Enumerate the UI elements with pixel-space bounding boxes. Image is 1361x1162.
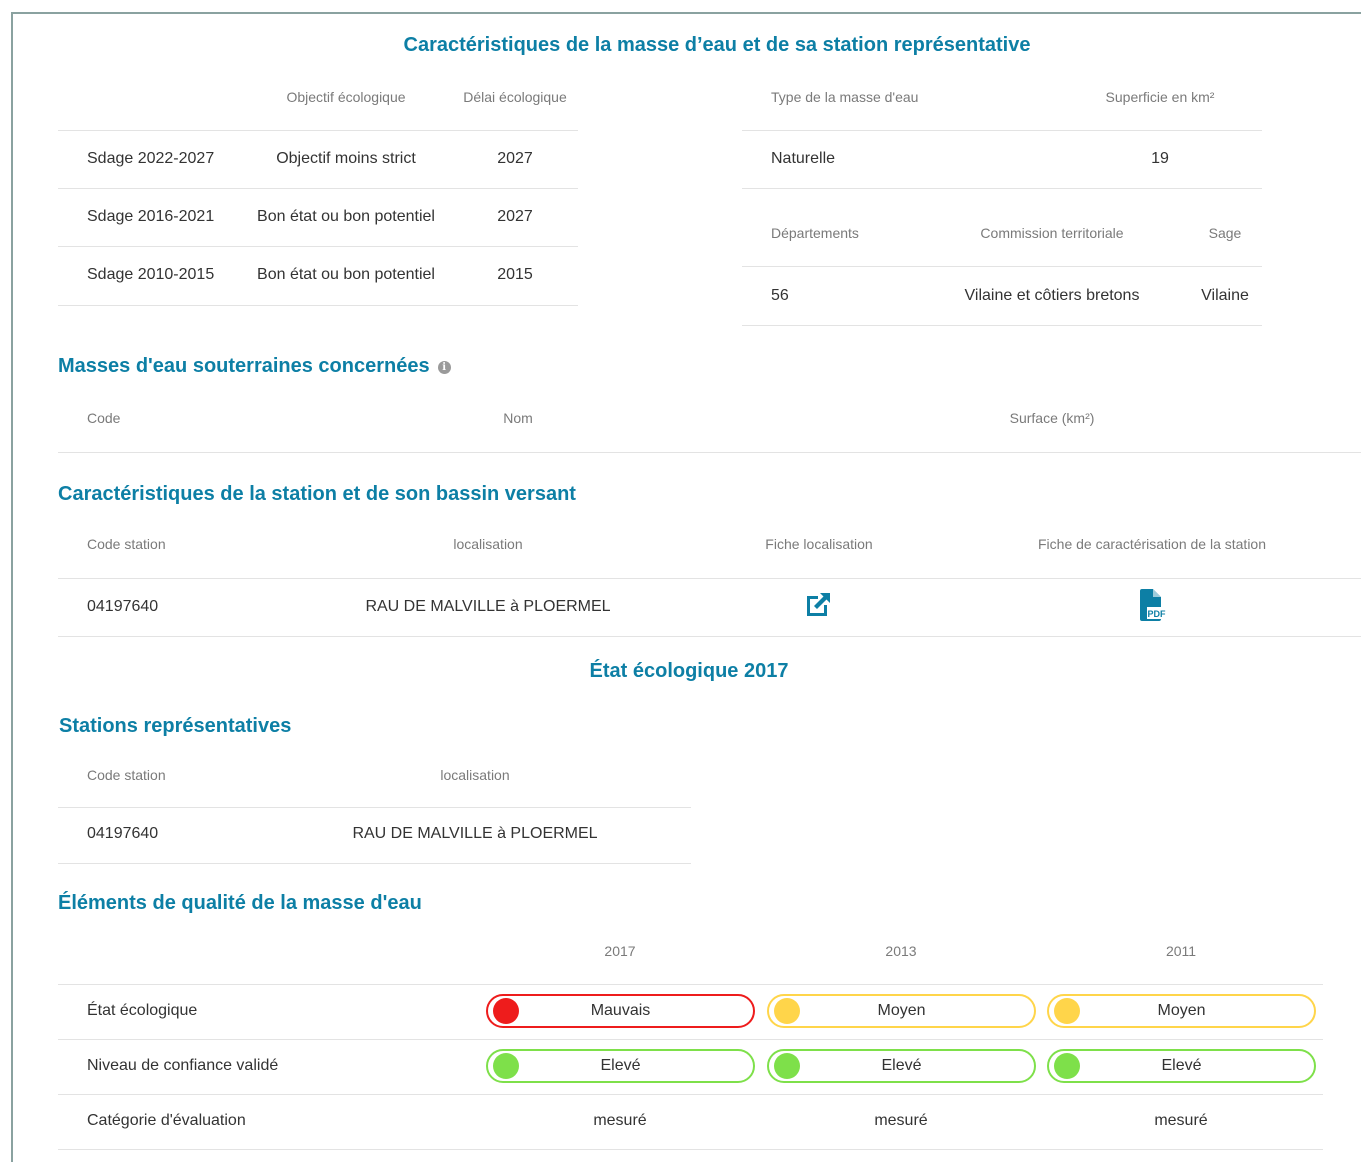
divider xyxy=(742,130,1262,131)
header-type: Type de la masse d'eau xyxy=(771,89,919,105)
header-superficie: Superficie en km² xyxy=(1105,89,1215,105)
evaluation-value: mesuré xyxy=(874,1112,928,1129)
header-localisation: localisation xyxy=(440,767,510,783)
groundwater-title: Masses d'eau souterraines concernées xyxy=(58,355,430,377)
quality-row-label: Catégorie d'évaluation xyxy=(87,1112,246,1129)
header-code-station: Code station xyxy=(87,767,166,783)
status-dot xyxy=(774,998,800,1024)
status-label: Elevé xyxy=(600,1057,641,1074)
header-sage: Sage xyxy=(1208,225,1242,241)
divider xyxy=(742,325,1262,326)
groundwater-title-row: Masses d'eau souterraines concernées i xyxy=(58,355,451,378)
sdage-label: Sdage 2022-2027 xyxy=(87,150,215,167)
header-commission: Commission territoriale xyxy=(980,225,1124,241)
status-dot xyxy=(493,998,519,1024)
divider xyxy=(58,863,691,864)
status-dot xyxy=(1054,998,1080,1024)
status-label: Mauvais xyxy=(590,1002,651,1019)
status-pill: Mauvais xyxy=(486,994,755,1028)
status-label: Moyen xyxy=(877,1002,926,1019)
header-nom: Nom xyxy=(503,410,533,426)
objective-value: Bon état ou bon potentiel xyxy=(257,266,435,283)
delay-value: 2027 xyxy=(497,208,533,225)
objective-value: Bon état ou bon potentiel xyxy=(257,208,435,225)
status-pill: Elevé xyxy=(767,1049,1036,1083)
divider xyxy=(58,1039,1323,1040)
status-label: Elevé xyxy=(881,1057,922,1074)
divider xyxy=(58,246,578,247)
station-title: Caractéristiques de la station et de son… xyxy=(58,483,576,505)
divider xyxy=(742,188,1262,189)
info-icon[interactable]: i xyxy=(437,361,451,374)
divider xyxy=(58,578,1361,579)
status-label: Elevé xyxy=(1161,1057,1202,1074)
station-location: RAU DE MALVILLE à PLOERMEL xyxy=(365,598,611,615)
eco-state-title: État écologique 2017 xyxy=(589,660,789,682)
header-fiche-localisation: Fiche localisation xyxy=(765,536,873,552)
dept-value: 56 xyxy=(771,287,789,304)
commission-value: Vilaine et côtiers bretons xyxy=(964,287,1140,304)
divider xyxy=(742,266,1262,267)
header-departements: Départements xyxy=(771,225,859,241)
divider xyxy=(58,1094,1323,1095)
sage-value: Vilaine xyxy=(1201,287,1249,304)
header-objectif: Objectif écologique xyxy=(286,89,406,105)
year-header: 2017 xyxy=(604,943,636,959)
divider xyxy=(58,984,1323,985)
divider xyxy=(58,188,578,189)
area-value: 19 xyxy=(1151,150,1169,167)
station-code: 04197640 xyxy=(87,598,159,615)
sdage-label: Sdage 2016-2021 xyxy=(87,208,215,225)
divider xyxy=(58,636,1361,637)
status-pill: Elevé xyxy=(486,1049,755,1083)
header-delai: Délai écologique xyxy=(463,89,567,105)
sdage-label: Sdage 2010-2015 xyxy=(87,266,215,283)
header-code-station: Code station xyxy=(87,536,166,552)
status-pill: Moyen xyxy=(767,994,1036,1028)
status-dot xyxy=(493,1053,519,1079)
main-title: Caractéristiques de la masse d’eau et de… xyxy=(403,34,1031,56)
objective-value: Objectif moins strict xyxy=(276,150,416,167)
quality-row-label: Niveau de confiance validé xyxy=(87,1057,279,1074)
divider xyxy=(58,305,578,306)
divider xyxy=(58,807,691,808)
header-code: Code xyxy=(87,410,121,426)
delay-value: 2015 xyxy=(497,266,533,283)
status-dot xyxy=(774,1053,800,1079)
external-link-icon[interactable] xyxy=(803,590,833,625)
quality-row-label: État écologique xyxy=(87,1002,198,1019)
type-value: Naturelle xyxy=(771,150,836,167)
station-location: RAU DE MALVILLE à PLOERMEL xyxy=(352,825,598,842)
header-localisation: localisation xyxy=(453,536,523,552)
header-surface: Surface (km²) xyxy=(1009,410,1095,426)
year-header: 2013 xyxy=(885,943,917,959)
status-pill: Elevé xyxy=(1047,1049,1316,1083)
divider xyxy=(58,452,1361,453)
quality-title: Éléments de qualité de la masse d'eau xyxy=(58,892,422,914)
evaluation-value: mesuré xyxy=(1154,1112,1208,1129)
pdf-file-icon[interactable]: PDF xyxy=(1139,589,1167,626)
status-label: Moyen xyxy=(1157,1002,1206,1019)
header-fiche-caracterisation: Fiche de caractérisation de la station xyxy=(1037,536,1267,552)
content-frame xyxy=(11,12,1361,1162)
rep-stations-title: Stations représentatives xyxy=(59,715,292,737)
divider xyxy=(58,1149,1323,1150)
divider xyxy=(58,130,578,131)
status-dot xyxy=(1054,1053,1080,1079)
evaluation-value: mesuré xyxy=(593,1112,647,1129)
station-code: 04197640 xyxy=(87,825,159,842)
pdf-badge-text: PDF xyxy=(1148,609,1167,619)
status-pill: Moyen xyxy=(1047,994,1316,1028)
delay-value: 2027 xyxy=(497,150,533,167)
year-header: 2011 xyxy=(1165,943,1197,959)
